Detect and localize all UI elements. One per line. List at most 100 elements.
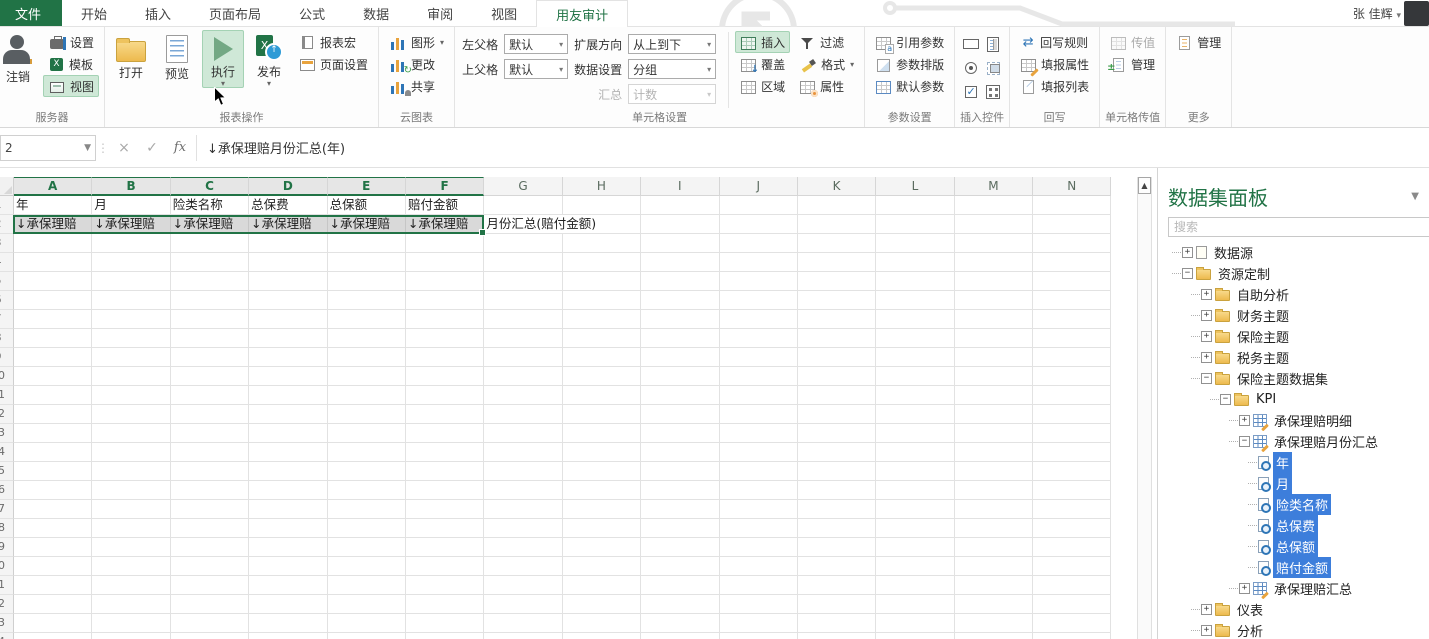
grid-cell[interactable] [798,272,876,291]
row-header[interactable]: 19 [0,538,14,557]
grid-cell[interactable] [484,595,562,614]
grid-cell[interactable] [798,462,876,481]
grid-cell[interactable] [563,272,641,291]
column-header[interactable]: I [641,177,719,196]
grid-cell[interactable] [720,196,798,215]
grid-cell[interactable] [14,576,92,595]
grid-cell[interactable] [249,272,327,291]
grid-cell[interactable] [328,481,406,500]
tab-file[interactable]: 文件 [0,0,62,26]
grid-cell[interactable] [249,253,327,272]
grid-cell[interactable] [563,291,641,310]
tree-item-承保理赔明细[interactable]: +承保理赔明细 [1168,410,1429,431]
grid-cell[interactable] [328,272,406,291]
grid-cell[interactable] [171,253,249,272]
grid-cell[interactable] [798,348,876,367]
tree-item-KPI[interactable]: −KPI [1168,389,1429,410]
grid-cell[interactable] [641,367,719,386]
grid-cell[interactable] [171,481,249,500]
grid-cell[interactable] [328,633,406,639]
grid-cell[interactable] [1033,310,1111,329]
tree-item-自助分析[interactable]: +自助分析 [1168,284,1429,305]
grid-cell[interactable] [720,272,798,291]
combobox-control-button[interactable] [982,32,1004,56]
grid-cell[interactable] [798,424,876,443]
column-header[interactable]: C [171,177,249,196]
grid-cell[interactable] [1033,272,1111,291]
grid-cell[interactable]: 总保额 [328,196,406,215]
grid-cell[interactable] [484,348,562,367]
row-header[interactable]: 24 [0,633,14,639]
grid-cell[interactable] [249,595,327,614]
grid-cell[interactable] [406,462,484,481]
tree-item-承保理赔月份汇总[interactable]: −承保理赔月份汇总 [1168,431,1429,452]
insert-cell-button[interactable]: 插入 [735,31,790,53]
grid-cell[interactable] [92,614,170,633]
expand-icon[interactable]: + [1201,310,1212,321]
grid-cell[interactable] [641,329,719,348]
grid-cell[interactable] [406,557,484,576]
grid-cell[interactable] [328,386,406,405]
grid-cell[interactable] [1033,519,1111,538]
grid-cell[interactable] [720,234,798,253]
grid-cell[interactable] [14,500,92,519]
left-parent-dropdown[interactable]: 默认▾ [504,34,568,54]
formula-input[interactable]: ↓承保理赔月份汇总(年) [199,135,1429,161]
change-button[interactable]: 更改 [384,53,449,75]
grid-cell[interactable] [92,481,170,500]
grid-cell[interactable] [92,538,170,557]
tree-item-数据源[interactable]: +数据源 [1168,242,1429,263]
user-name[interactable]: 张 佳辉 ▾ [1353,5,1401,22]
grid-cell[interactable] [798,538,876,557]
grid-cell[interactable] [720,386,798,405]
collapse-icon[interactable]: − [1239,436,1250,447]
grid-cell[interactable] [171,576,249,595]
grid-cell[interactable]: 年 [14,196,92,215]
grid-cell[interactable] [1033,424,1111,443]
grid-cell[interactable] [1033,367,1111,386]
grid-cell[interactable] [406,272,484,291]
grid-cell[interactable] [876,595,954,614]
grid-cell[interactable] [92,557,170,576]
more-manage-button[interactable]: 管理 [1171,31,1226,53]
grid-cell[interactable] [955,519,1033,538]
tab-yonyou-audit[interactable]: 用友审计 [536,0,628,27]
grid-cell[interactable] [798,196,876,215]
grid-cell[interactable] [484,614,562,633]
grid-cell[interactable] [92,234,170,253]
grid-cell[interactable] [171,405,249,424]
grid-cell[interactable] [249,443,327,462]
grid-cell[interactable] [798,519,876,538]
grid-cell[interactable] [798,310,876,329]
tree-item-财务主题[interactable]: +财务主题 [1168,305,1429,326]
grid-cell[interactable] [955,310,1033,329]
grid-cell[interactable] [14,272,92,291]
grid-cell[interactable] [955,367,1033,386]
grid-cell[interactable] [876,500,954,519]
grid-cell[interactable] [876,481,954,500]
row-header[interactable]: 10 [0,367,14,386]
grid-cell[interactable] [14,367,92,386]
execute-button[interactable]: 执行 ▾ [202,30,244,88]
grid-cell[interactable] [798,291,876,310]
grid-cell[interactable] [955,614,1033,633]
grid-cell[interactable] [798,614,876,633]
grid-cell[interactable] [171,234,249,253]
grid-cell[interactable] [641,481,719,500]
tree-item-总保额[interactable]: 总保额 [1168,536,1429,557]
grid-cell[interactable] [171,595,249,614]
grid-cell[interactable] [328,405,406,424]
grid-cell[interactable] [92,310,170,329]
grid-cell[interactable] [14,424,92,443]
tab-review[interactable]: 审阅 [408,0,472,26]
grid-cell[interactable] [876,386,954,405]
grid-cell[interactable] [249,329,327,348]
grid-cell[interactable]: 月 [92,196,170,215]
expand-icon[interactable]: + [1201,352,1212,363]
grid-cell[interactable] [171,329,249,348]
grid-cell[interactable] [249,386,327,405]
grid-cell[interactable] [955,576,1033,595]
grid-cell[interactable] [92,443,170,462]
grid-cell[interactable] [798,329,876,348]
insert-function-button[interactable]: fx [166,135,194,161]
